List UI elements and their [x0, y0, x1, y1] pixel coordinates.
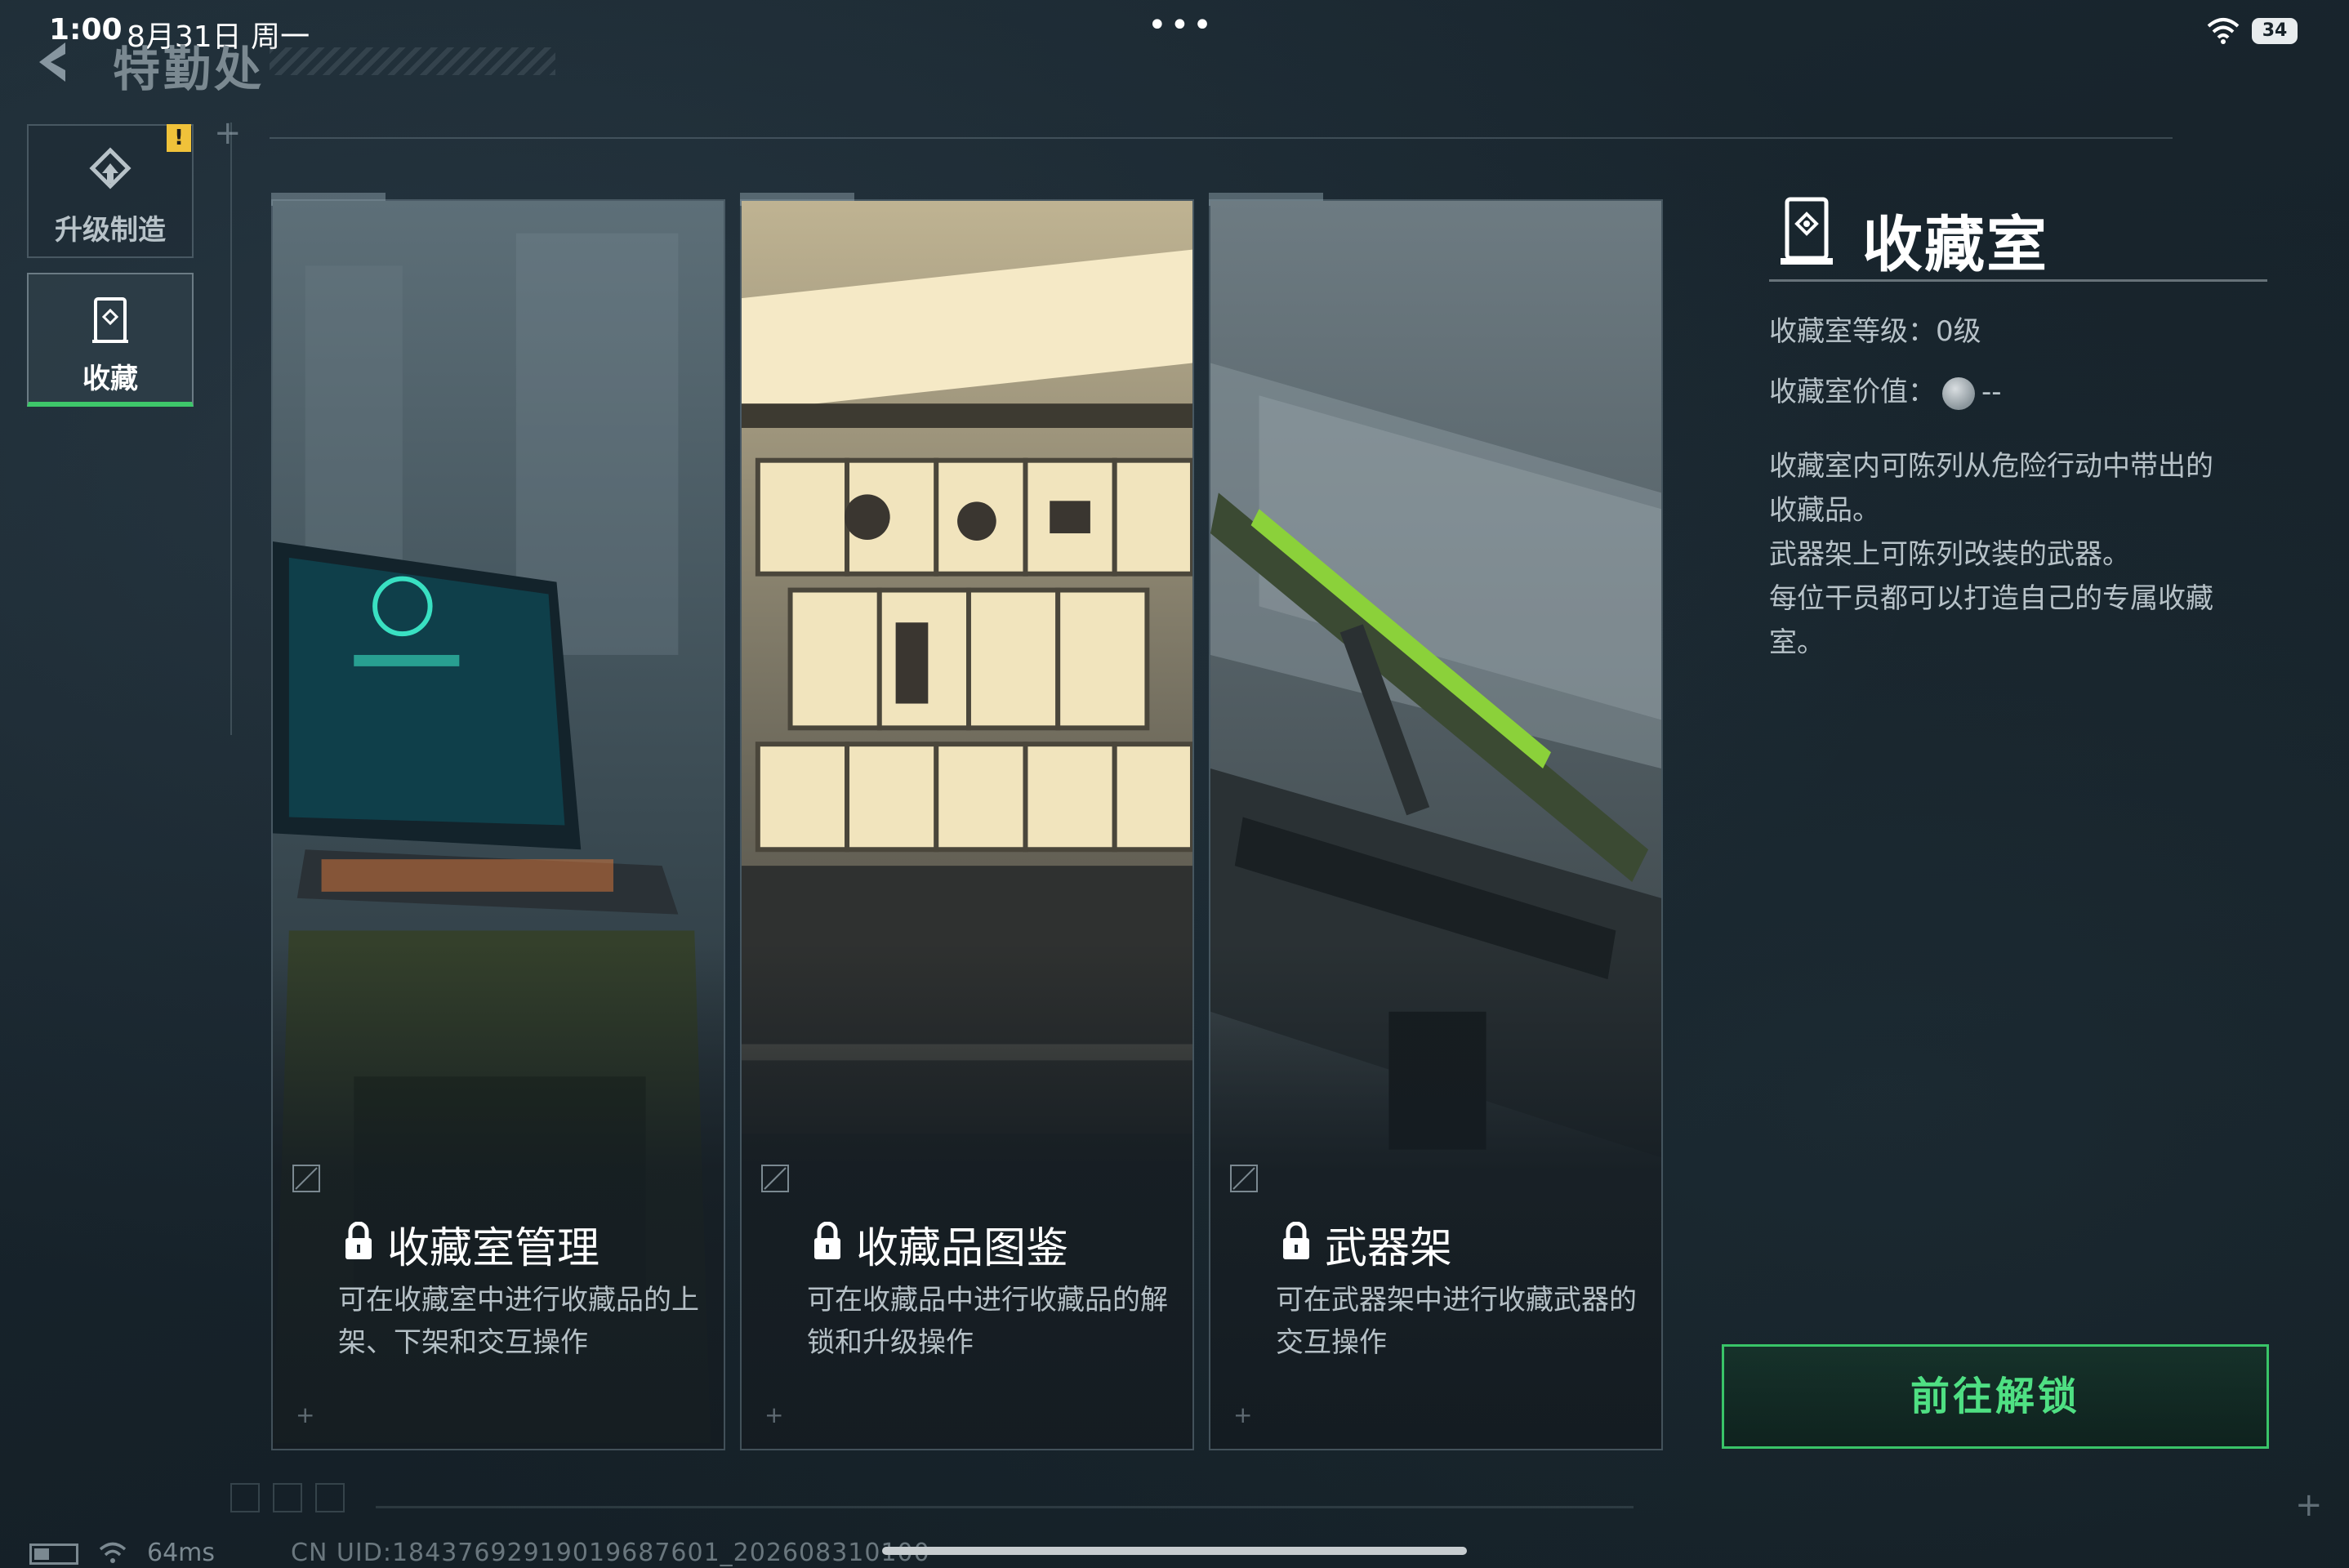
plus-decoration: + [1233, 1401, 1253, 1428]
sidebar-item-label: 收藏 [82, 363, 138, 395]
description-line: 收藏室内可陈列从危险行动中带出的 [1769, 450, 2213, 483]
plus-decoration: + [296, 1401, 315, 1428]
panel-divider [1769, 279, 2267, 282]
card-collection-catalog[interactable]: 收藏品图鉴 可在收藏品中进行收藏品的解锁和升级操作 + [740, 199, 1194, 1450]
card-title: 收藏室管理 [387, 1224, 600, 1273]
wifi-icon [2207, 18, 2240, 44]
bottom-decoration [230, 1483, 260, 1512]
collection-room-icon [92, 297, 128, 343]
currency-coin-icon [1942, 376, 1975, 410]
upgrade-craft-icon [89, 147, 131, 189]
plus-decoration: + [2295, 1486, 2323, 1524]
title-stripe-decoration [270, 47, 555, 75]
card-title: 收藏品图鉴 [856, 1224, 1069, 1273]
sidebar-item-label: 升级制造 [55, 214, 166, 247]
go-unlock-button[interactable]: 前往解锁 [1722, 1344, 2269, 1449]
ping-text: 64ms [147, 1539, 216, 1567]
card-weapon-rack[interactable]: 武器架 可在武器架中进行收藏武器的交互操作 + [1209, 199, 1663, 1450]
corner-mark-icon [1230, 1165, 1258, 1192]
frame-line-left [230, 122, 232, 735]
back-arrow-icon[interactable] [29, 38, 78, 87]
card-description: 可在收藏品中进行收藏品的解锁和升级操作 [807, 1284, 1168, 1359]
description-line: 武器架上可陈列改装的武器。 [1769, 538, 2130, 571]
corner-mark-icon [292, 1165, 320, 1192]
page-title: 特勤处 [113, 42, 265, 97]
plus-decoration: + [214, 114, 242, 152]
value-value: -- [1981, 376, 2002, 408]
device-battery-icon [29, 1544, 78, 1565]
level-label: 收藏室等级： [1769, 315, 1936, 348]
sidebar-item-collection[interactable]: 收藏 [27, 273, 194, 407]
panel-description: 收藏室内可陈列从危险行动中带出的 收藏品。 武器架上可陈列改装的武器。 每位干员… [1769, 444, 2259, 665]
more-options-icon[interactable]: ••• [1148, 7, 1215, 44]
bottom-decoration [315, 1483, 345, 1512]
lock-icon [814, 1222, 840, 1259]
collection-level-row: 收藏室等级：0级 [1769, 309, 1981, 349]
description-line: 室。 [1769, 626, 1825, 659]
card-collection-management[interactable]: 收藏室管理 可在收藏室中进行收藏品的上架、下架和交互操作 + [271, 199, 725, 1450]
collection-value-row: 收藏室价值： -- [1769, 369, 2002, 410]
card-shade [273, 942, 724, 1449]
card-description: 可在武器架中进行收藏武器的交互操作 [1276, 1284, 1637, 1359]
description-line: 每位干员都可以打造自己的专属收藏 [1769, 582, 2213, 615]
description-line: 收藏品。 [1769, 494, 1880, 527]
collection-room-icon [1781, 197, 1833, 265]
battery-icon: 34 [2252, 18, 2298, 44]
corner-mark-icon [761, 1165, 789, 1192]
card-shade [742, 942, 1192, 1449]
bottom-decoration [273, 1483, 302, 1512]
card-shade [1210, 942, 1661, 1449]
plus-decoration: + [764, 1401, 784, 1428]
user-uid: CN UID:18437692919019687601_202608310100 [291, 1539, 930, 1567]
value-label: 收藏室价值： [1769, 376, 1936, 408]
level-value: 0级 [1936, 315, 1981, 348]
card-title: 武器架 [1325, 1224, 1453, 1273]
lock-icon [345, 1222, 372, 1259]
bottom-line-decoration [376, 1506, 1634, 1508]
home-indicator[interactable] [882, 1547, 1467, 1555]
frame-line-top [270, 137, 2173, 139]
card-description: 可在收藏室中进行收藏品的上架、下架和交互操作 [338, 1284, 699, 1359]
alert-badge: ! [167, 124, 191, 152]
lock-icon [1283, 1222, 1309, 1259]
panel-title: 收藏室 [1862, 210, 2048, 280]
network-wifi-icon [99, 1542, 127, 1563]
